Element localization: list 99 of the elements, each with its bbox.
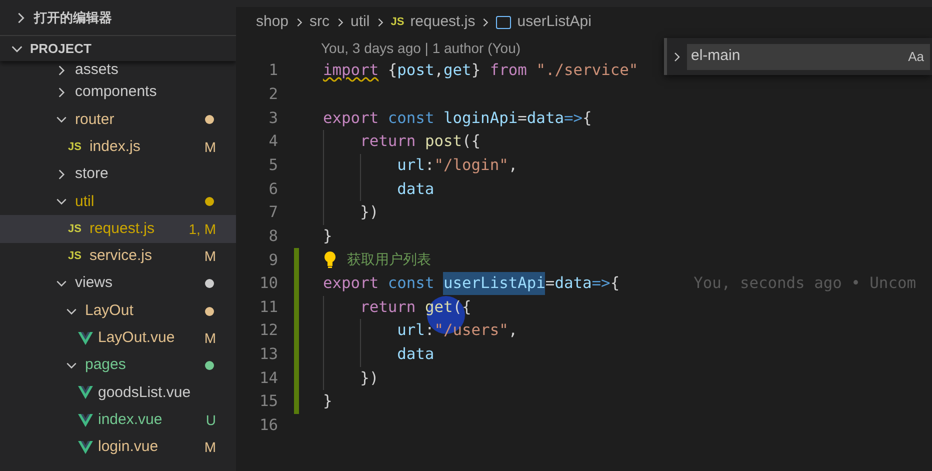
code-token: { [386,60,398,82]
code-token: import [323,60,379,82]
tree-item[interactable]: store [0,160,236,188]
code-token: { [582,108,592,129]
code-token: , [508,320,518,342]
code-token: data [526,108,564,129]
code-token: 获取用户列表 [347,250,431,270]
code-token: url [396,154,425,176]
code-token: data [396,344,434,366]
code-token: get [444,60,472,82]
code-token: => [592,273,610,294]
code-token: : [424,320,434,342]
line-number: 9 [268,250,278,271]
breadcrumb-item[interactable]: JS request.js [390,10,476,34]
line-number: 16 [258,415,278,436]
tree-item[interactable]: LayOut [0,297,236,325]
vue-file-icon [78,441,93,454]
breadcrumb-item[interactable]: shop [256,10,289,34]
line-number: 6 [268,178,278,200]
line-number: 15 [258,391,278,412]
tree-item[interactable]: JS index.js M [0,134,236,161]
code-token: => [564,108,583,129]
git-status-label: U [206,410,216,430]
js-file-icon: JS [68,224,82,235]
project-header[interactable]: PROJECT [0,36,236,61]
tree-item[interactable]: JS request.js 1, M [0,215,236,243]
vue-file-icon [78,414,93,427]
code-token: }) [359,368,379,389]
tree-item[interactable]: components [0,79,236,106]
vue-file-icon [78,386,93,400]
code-token: = [545,273,555,294]
code-token: from [490,60,527,82]
line-number: 2 [268,84,278,105]
tree-item[interactable]: goodsList.vue [0,379,236,407]
git-status-label: M [204,138,216,157]
line-number: 3 [268,108,278,129]
code-token: "/login" [434,154,508,176]
variable-symbol-icon [496,16,512,28]
line-number: 1 [268,60,278,82]
breadcrumb-item[interactable]: userListApi [496,10,592,34]
line-number: 14 [258,368,278,389]
code-token: return [359,131,416,152]
code-token: return [359,296,416,318]
code-token: url [396,320,425,342]
js-file-icon: JS [68,142,82,153]
tree-item[interactable]: LayOut.vue M [0,324,236,352]
line-number: 11 [258,296,278,318]
code-token: export [323,108,379,129]
js-file-icon: JS [390,16,404,28]
git-status-label: M [204,328,216,348]
tree-item[interactable]: util [0,188,236,216]
line-number: 4 [268,131,278,152]
tree-item[interactable]: assets [0,61,236,79]
code-token: data [554,273,592,294]
tree-item[interactable]: views [0,270,236,298]
code-token: ({ [452,296,472,318]
code-token: export [323,273,379,294]
code-token: const [386,108,434,129]
code-token: : [424,154,434,176]
code-token: post [397,60,434,82]
match-case-button[interactable]: Aa [908,46,924,66]
line-number: 7 [268,202,278,224]
tree-item[interactable]: index.vue U [0,406,236,434]
git-status-label: 1, M [188,220,216,239]
lightbulb-icon[interactable] [323,251,337,270]
code-token: data [396,178,434,200]
code-token: ({ [462,131,481,152]
vue-file-icon [78,332,93,345]
tree-item[interactable]: JS service.js M [0,242,236,270]
git-status-label: M [204,438,216,457]
code-token: } [323,226,332,247]
code-token: } [471,60,482,82]
code-token: = [518,108,527,129]
code-token: post [424,131,462,152]
find-input[interactable]: el-main Aa [687,44,930,70]
line-number: 13 [258,344,278,366]
code-token: { [610,273,620,294]
breadcrumb-item[interactable]: src [310,10,330,34]
code-token: }) [359,202,379,224]
line-number: 12 [258,320,278,342]
code-token: } [323,391,332,412]
line-number: 10 [258,273,278,294]
code-token: "./service" [535,60,638,82]
blame-annotation: You, seconds ago • Uncom [694,273,916,294]
code-token: , [434,60,444,82]
tree-item[interactable]: login.vue M [0,434,236,462]
code-token: "/users" [434,320,508,342]
js-file-icon: JS [68,250,82,262]
code-token: userListApi [443,272,546,296]
line-number: 5 [268,154,278,176]
git-status-label: M [204,246,216,266]
code-token: loginApi [442,108,518,129]
tree-item[interactable]: pages [0,352,236,380]
codelens-text[interactable]: You, 3 days ago | 1 author (You) [321,38,521,58]
line-number: 8 [268,226,278,247]
code-token: const [386,273,436,294]
breadcrumb-item[interactable]: util [350,10,370,34]
tree-item[interactable]: router [0,106,236,134]
code-token: , [508,154,518,176]
